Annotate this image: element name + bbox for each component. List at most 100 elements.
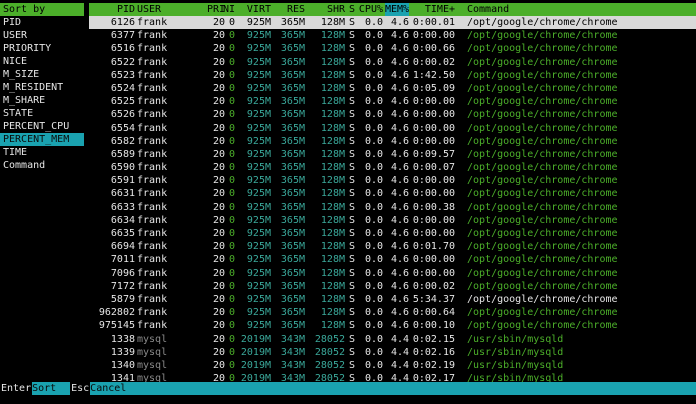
process-row[interactable]: 6526 frank 20 0 925M 365M 128M S 0.0 4.6 0:00.00/o… (89, 108, 696, 121)
col-virt[interactable]: VIRT (237, 3, 271, 16)
cell-cmd: /opt/google/chrome/chrome (467, 96, 618, 108)
cell-cmd: /opt/google/chrome/chrome (467, 17, 618, 28)
col-cpu[interactable]: CPU% (355, 3, 383, 16)
cell-ni: 0 (228, 17, 235, 28)
fkey-esc[interactable]: Esc (70, 382, 91, 395)
col-user[interactable]: USER (137, 3, 161, 16)
process-row[interactable]: 6524 frank 20 0 925M 365M 128M S 0.0 4.6 0:05.09/o… (89, 82, 696, 95)
sort-field-state[interactable]: STATE (0, 107, 84, 120)
cell-ni: 0 (228, 254, 235, 266)
cell-cpu: 0.0 (364, 56, 383, 68)
cell-mem: 4.6 (390, 241, 409, 253)
cell-mem: 4.6 (390, 254, 409, 266)
sort-field-nice[interactable]: NICE (0, 55, 84, 68)
cell-mem: 4.6 (390, 293, 409, 305)
cell-user: frank (137, 82, 168, 94)
process-row[interactable]: 7096 frank 20 0 925M 365M 128M S 0.0 4.6 0:00.00/o… (89, 267, 696, 280)
process-row[interactable]: 6590 frank 20 0 925M 365M 128M S 0.0 4.6 0:00.07/o… (89, 161, 696, 174)
cell-cmd: /opt/google/chrome/chrome (467, 293, 618, 305)
sort-field-pid[interactable]: PID (0, 16, 84, 29)
cell-shr: 128M (320, 280, 345, 292)
process-row[interactable]: 6589 frank 20 0 925M 365M 128M S 0.0 4.6 0:09.57/o… (89, 148, 696, 161)
cell-mem: 4.6 (390, 69, 409, 81)
process-row[interactable]: 975145 frank 20 0 925M 365M 128M S 0.0 4.6 0:00.10… (89, 319, 696, 332)
fkey-enter[interactable]: Enter (0, 382, 33, 395)
sort-field-percent-cpu[interactable]: PERCENT_CPU (0, 120, 84, 133)
cell-user: frank (137, 96, 168, 108)
cell-time: 1:42.50 (412, 69, 455, 81)
cell-pid: 6525 (110, 96, 135, 108)
process-row[interactable]: 6377 frank 20 0 925M 365M 128M S 0.0 4.6 0:00.00/o… (89, 29, 696, 42)
cell-cmd: /opt/google/chrome/chrome (467, 175, 618, 187)
cell-shr: 128M (320, 30, 345, 42)
cell-cpu: 0.0 (364, 17, 383, 28)
col-command[interactable]: Command (467, 3, 509, 16)
sort-field-percent-mem[interactable]: PERCENT_MEM (0, 133, 84, 146)
cell-cmd: /opt/google/chrome/chrome (467, 148, 618, 160)
cell-pid: 7096 (110, 267, 135, 279)
process-row[interactable]: 5879 frank 20 0 925M 365M 128M S 0.0 4.6 5:34.37/o… (89, 293, 696, 306)
cell-user: frank (137, 148, 168, 160)
cell-shr: 128M (320, 17, 345, 28)
sort-field-command[interactable]: Command (0, 159, 84, 172)
sort-by-panel: Sort by PID USER PRIORITY NICE M_SIZE M_RESID… (0, 3, 84, 379)
cell-mem: 4.4 (390, 359, 409, 371)
col-res[interactable]: RES (271, 3, 305, 16)
sort-field-user[interactable]: USER (0, 29, 84, 42)
cell-cmd: /opt/google/chrome/chrome (467, 320, 618, 332)
process-row[interactable]: 6582 frank 20 0 925M 365M 128M S 0.0 4.6 0:00.00/o… (89, 135, 696, 148)
sort-field-time[interactable]: TIME (0, 146, 84, 159)
col-shr[interactable]: SHR (307, 3, 345, 16)
cell-cmd: /opt/google/chrome/chrome (467, 254, 618, 266)
process-row[interactable]: 6635 frank 20 0 925M 365M 128M S 0.0 4.6 0:00.00/o… (89, 227, 696, 240)
sort-field-priority[interactable]: PRIORITY (0, 42, 84, 55)
cell-res: 365M (280, 82, 305, 94)
process-row[interactable]: 6591 frank 20 0 925M 365M 128M S 0.0 4.6 0:00.00/o… (89, 174, 696, 187)
col-pid[interactable]: PID (95, 3, 135, 16)
cell-cpu: 0.0 (364, 188, 383, 200)
process-row[interactable]: 7172 frank 20 0 925M 365M 128M S 0.0 4.6 0:00.02/o… (89, 280, 696, 293)
cell-cmd: /opt/google/chrome/chrome (467, 201, 618, 213)
process-row[interactable]: 1339 mysql 20 0 2019M 343M 28052 S 0.0 4.4 0:02.16… (89, 346, 696, 359)
cell-shr: 128M (320, 148, 345, 160)
sort-field-m-resident[interactable]: M_RESIDENT (0, 81, 84, 94)
cell-pid: 6590 (110, 162, 135, 174)
col-time[interactable]: TIME+ (409, 3, 455, 16)
process-row[interactable]: 6126 frank 20 0 925M 365M 128M S 0.0 4.6 0:00.01/o… (89, 16, 696, 30)
cell-cmd: /opt/google/chrome/chrome (467, 241, 618, 253)
process-row[interactable]: 6633 frank 20 0 925M 365M 128M S 0.0 4.6 0:00.38/o… (89, 201, 696, 214)
fkey-label-sort[interactable]: Sort (32, 382, 70, 395)
cell-pid: 6377 (110, 30, 135, 42)
process-row[interactable]: 6516 frank 20 0 925M 365M 128M S 0.0 4.6 0:00.66/o… (89, 42, 696, 55)
cell-time: 0:00.00 (412, 135, 455, 147)
cell-pid: 1340 (110, 359, 135, 371)
cell-user: frank (137, 122, 168, 134)
col-ni[interactable]: NI (221, 3, 235, 16)
cell-shr: 128M (320, 175, 345, 187)
cell-pid: 6633 (110, 201, 135, 213)
cell-user: mysql (137, 346, 168, 358)
cell-cpu: 0.0 (364, 320, 383, 332)
cell-pid: 6126 (110, 17, 135, 28)
fkey-label-cancel[interactable]: Cancel (90, 382, 150, 395)
process-row[interactable]: 7011 frank 20 0 925M 365M 128M S 0.0 4.6 0:00.00/o… (89, 253, 696, 266)
sort-field-m-size[interactable]: M_SIZE (0, 68, 84, 81)
process-row[interactable]: 6694 frank 20 0 925M 365M 128M S 0.0 4.6 0:01.70/o… (89, 240, 696, 253)
sort-by-header: Sort by (0, 3, 84, 16)
column-header-row: PID USER PRI NI VIRT RES SHR S CPU% MEM%… (89, 3, 696, 16)
col-mem-sorted[interactable]: MEM% (385, 3, 409, 16)
process-row[interactable]: 6522 frank 20 0 925M 365M 128M S 0.0 4.6 0:00.02/o… (89, 56, 696, 69)
process-row[interactable]: 962802 frank 20 0 925M 365M 128M S 0.0 4.6 0:00.64… (89, 306, 696, 319)
process-row[interactable]: 6634 frank 20 0 925M 365M 128M S 0.0 4.6 0:00.00/o… (89, 214, 696, 227)
process-row[interactable]: 1338 mysql 20 0 2019M 343M 28052 S 0.0 4.4 0:02.15… (89, 333, 696, 346)
process-row[interactable]: 6554 frank 20 0 925M 365M 128M S 0.0 4.6 0:00.00/o… (89, 122, 696, 135)
sort-field-m-share[interactable]: M_SHARE (0, 94, 84, 107)
cell-shr: 128M (320, 320, 345, 332)
process-row[interactable]: 6631 frank 20 0 925M 365M 128M S 0.0 4.6 0:00.00/o… (89, 187, 696, 200)
process-row[interactable]: 6523 frank 20 0 925M 365M 128M S 0.0 4.6 1:42.50/o… (89, 69, 696, 82)
cell-time: 0:00.00 (412, 254, 455, 266)
cell-virt: 2019M (240, 346, 271, 358)
process-row[interactable]: 1340 mysql 20 0 2019M 343M 28052 S 0.0 4.4 0:02.19… (89, 359, 696, 372)
process-row[interactable]: 6525 frank 20 0 925M 365M 128M S 0.0 4.6 0:00.00/o… (89, 95, 696, 108)
cell-user: frank (137, 175, 168, 187)
